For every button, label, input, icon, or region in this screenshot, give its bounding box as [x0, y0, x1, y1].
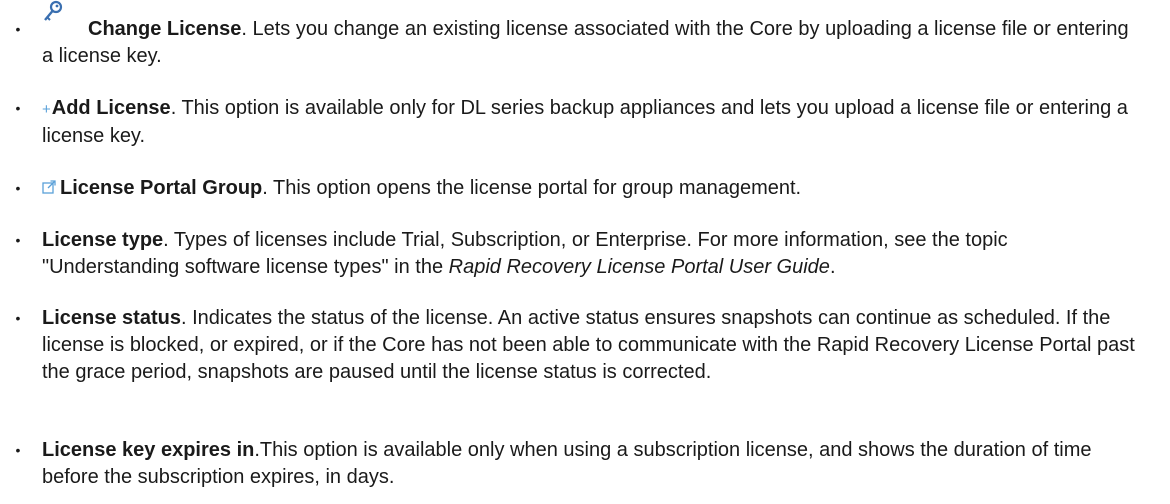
bullet: • — [15, 442, 21, 458]
item-title: License type — [42, 229, 164, 251]
bullet: • — [15, 310, 21, 326]
list-item-add-license: • +Add License. This option is available… — [16, 95, 1142, 150]
key-icon[interactable] — [42, 0, 64, 24]
list-item-license-key-expires: • License key expires in.This option is … — [16, 437, 1142, 491]
guide-title: Rapid Recovery License Portal User Guide — [448, 256, 830, 278]
external-link-icon[interactable] — [42, 180, 56, 194]
bullet: • — [15, 21, 21, 37]
bullet: • — [15, 100, 21, 116]
list-item-license-status: • License status. Indicates the status o… — [16, 305, 1142, 386]
plus-icon[interactable]: + — [42, 96, 51, 123]
list-item-license-type: • License type. Types of licenses includ… — [16, 227, 1142, 281]
item-title: Change License — [88, 18, 242, 40]
bullet: • — [15, 180, 21, 196]
list-item-change-license: • Change License. Lets you change an exi… — [16, 0, 1142, 70]
item-title: License key expires in — [42, 439, 255, 461]
item-title: License Portal Group — [60, 177, 263, 199]
item-title: Add License — [51, 97, 171, 119]
item-text: . Indicates the status of the license. A… — [42, 307, 1135, 383]
item-text: . This option is available only for DL s… — [42, 97, 1128, 147]
item-text: . This option opens the license portal f… — [262, 177, 802, 199]
bullet: • — [15, 232, 21, 248]
item-text-end: . — [829, 256, 836, 278]
list-item-license-portal-group: • License Portal Group. This option open… — [16, 175, 1142, 202]
item-title: License status — [42, 307, 181, 329]
